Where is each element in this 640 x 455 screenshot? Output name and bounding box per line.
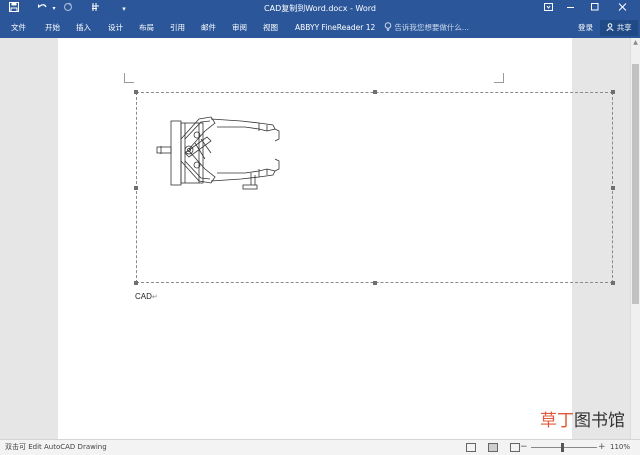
maximize-icon[interactable] [584,0,604,18]
resize-handle[interactable] [134,186,138,190]
scrollbar-thumb[interactable] [632,64,639,304]
lightbulb-icon [384,22,392,31]
resize-handle[interactable] [373,90,377,94]
tell-me-placeholder: 告诉我您想要做什么... [394,23,470,32]
resize-handle[interactable] [373,281,377,285]
paragraph-mark: ↵ [151,294,158,301]
resize-handle[interactable] [134,281,138,285]
tab-abbyy[interactable]: ABBYY FineReader 12 [295,18,375,38]
zoom-slider-knob[interactable] [561,443,564,452]
resize-handle[interactable] [611,90,615,94]
ribbon-tab-bar: 文件 开始 插入 设计 布局 引用 邮件 审阅 视图 ABBYY FineRea… [0,18,640,38]
cad-gripper-drawing [156,116,280,190]
scroll-up-icon[interactable]: ▲ [631,38,640,48]
tab-layout[interactable]: 布局 [139,18,154,38]
margin-mark-left [124,73,134,83]
title-bar: ▾ ▾ CAD复制到Word.docx - Word [0,0,640,18]
tab-insert[interactable]: 插入 [76,18,91,38]
watermark-accent: 草丁 [540,411,574,431]
login-link[interactable]: 登录 [578,18,593,38]
tab-review[interactable]: 审阅 [232,18,247,38]
vertical-scrollbar[interactable]: ▲ [630,38,640,439]
share-label: 共享 [616,23,632,32]
zoom-slider[interactable] [531,447,597,448]
web-layout-icon[interactable] [510,443,520,452]
tell-me-search[interactable]: 告诉我您想要做什么... [384,18,469,38]
resize-handle[interactable] [611,186,615,190]
zoom-out-button[interactable]: − [520,440,528,455]
embedded-cad-object[interactable] [134,90,615,285]
resize-handle[interactable] [134,90,138,94]
tab-file[interactable]: 文件 [11,18,26,38]
caption-paragraph[interactable]: CAD↵ [135,292,158,301]
tab-mailings[interactable]: 邮件 [201,18,216,38]
status-text: 双击可 Edit AutoCAD Drawing [5,443,107,451]
watermark-rest: 图书馆 [574,411,625,431]
tab-view[interactable]: 视图 [263,18,278,38]
site-watermark: 草丁图书馆 [540,406,625,431]
tab-references[interactable]: 引用 [170,18,185,38]
resize-handle[interactable] [611,281,615,285]
caption-text: CAD [135,292,152,301]
margin-mark-right [494,73,504,83]
status-bar: 双击可 Edit AutoCAD Drawing − + 110% [0,439,640,455]
zoom-in-button[interactable]: + [598,440,606,455]
person-icon [606,23,614,32]
share-button[interactable]: 共享 [600,20,638,36]
zoom-level[interactable]: 110% [610,440,630,455]
print-layout-icon[interactable] [488,443,498,452]
restore-icon[interactable] [538,0,558,18]
tab-design[interactable]: 设计 [108,18,123,38]
close-icon[interactable] [612,0,632,18]
read-mode-icon[interactable] [466,443,476,452]
tab-home[interactable]: 开始 [45,18,60,38]
minimize-icon[interactable] [560,0,580,18]
